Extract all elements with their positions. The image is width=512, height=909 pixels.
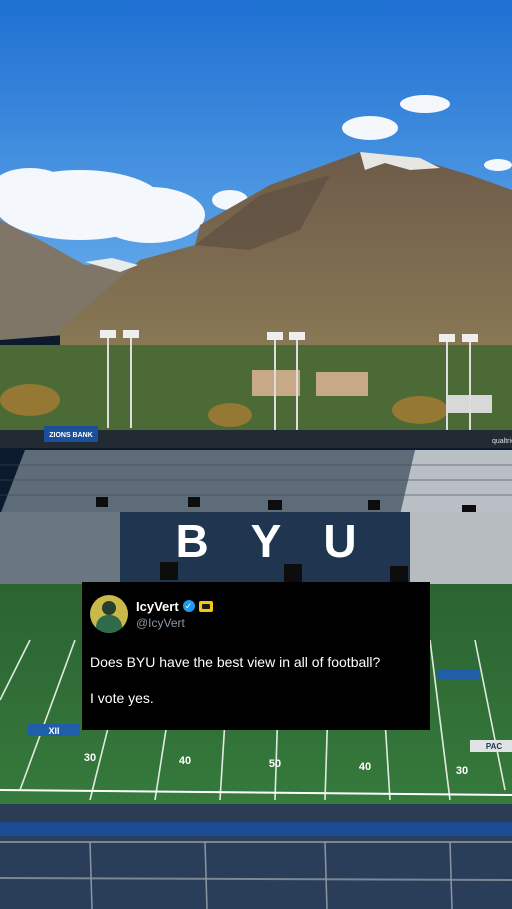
tweet-text-line1: Does BYU have the best view in all of fo…: [90, 654, 381, 670]
verified-checkmark-icon: ✓: [182, 600, 195, 612]
zions-sign-text: ZIONS BANK: [49, 432, 93, 439]
qualtrics-sign-text: qualtrics: [492, 438, 512, 445]
field-wall: [0, 822, 512, 838]
conference-logo-right: [438, 670, 480, 680]
gold-badge-icon: [198, 600, 213, 612]
stadium-photo: ZIONS BANK qualtrics BYU 30 40: [0, 0, 512, 909]
tweet-header: IcyVert ✓ @IcyVert: [90, 594, 422, 634]
user-handle[interactable]: @IcyVert: [136, 616, 213, 630]
yard-number: 30: [456, 765, 468, 777]
svg-text:PAC: PAC: [486, 742, 503, 751]
near-stands: [0, 836, 512, 909]
yard-number: 40: [359, 761, 371, 773]
svg-text:XII: XII: [48, 726, 59, 736]
display-name[interactable]: IcyVert: [136, 599, 179, 614]
yard-number: 50: [269, 758, 281, 770]
tweet-card[interactable]: IcyVert ✓ @IcyVert Does BYU have the bes…: [82, 582, 430, 730]
sideline: [0, 804, 512, 824]
yard-number: 30: [84, 752, 96, 764]
avatar[interactable]: [90, 595, 128, 633]
tweet-text-line2: I vote yes.: [90, 690, 154, 706]
byu-stands-letters: BYU: [175, 515, 398, 567]
yard-number: 40: [179, 755, 191, 767]
